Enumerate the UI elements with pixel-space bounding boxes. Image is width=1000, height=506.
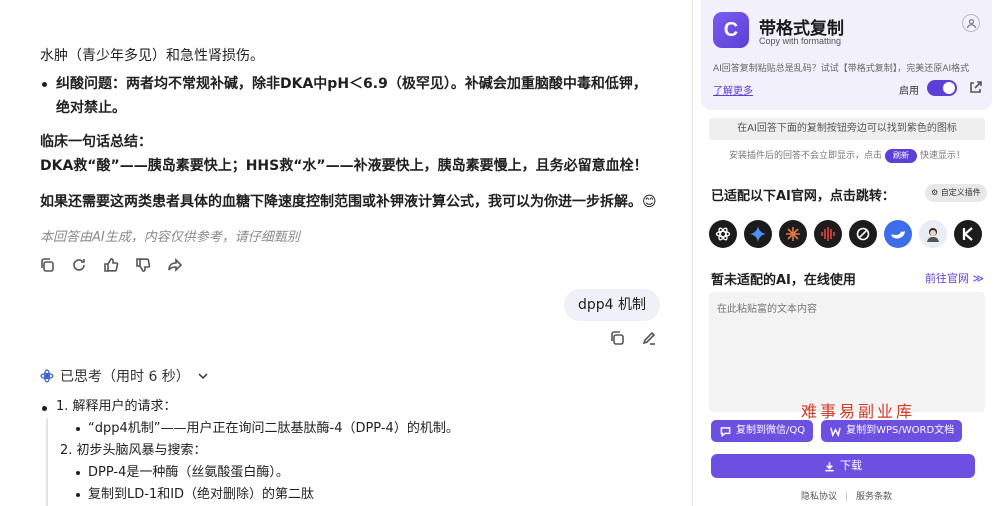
enable-toggle[interactable] xyxy=(927,80,957,96)
avatar-ai-link[interactable] xyxy=(919,220,947,248)
chat-bubble-icon xyxy=(719,425,731,437)
claude-link[interactable] xyxy=(779,220,807,248)
thought-steps: 1. 解释用户的请求： “dpp4机制”——用户正在询问二肽基肽酶-4（DPP-… xyxy=(40,396,660,506)
ai-sites-row xyxy=(709,220,982,248)
paste-textarea[interactable] xyxy=(709,292,985,412)
chatgpt-link[interactable] xyxy=(709,220,737,248)
logo-letter-icon: C xyxy=(723,18,739,41)
avatar-ai-icon xyxy=(927,228,939,242)
brand-subtitle: Copy with formatting xyxy=(759,36,842,46)
gemini-link[interactable] xyxy=(744,220,772,248)
enable-label: 启用 xyxy=(899,86,919,97)
extension-logo: C xyxy=(713,12,749,48)
custom-plugin-label: 自定义插件 xyxy=(940,188,981,197)
user-message-actions xyxy=(608,329,658,347)
download-button[interactable]: 下载 xyxy=(711,454,975,478)
answer-bullet-text: 纠酸问题：两者均不常规补碱，除非DKA中pH＜6.9（极罕见）。补碱会加重脑酸中… xyxy=(56,76,647,116)
user-icon xyxy=(966,18,976,28)
copy-icon xyxy=(41,258,54,272)
thinking-icon xyxy=(40,369,54,383)
refresh-tip-before: 安装插件后的回答不会立即显示，点击 xyxy=(728,151,882,161)
refresh-pill-button[interactable]: 刷新 xyxy=(885,149,917,163)
learn-more-link[interactable]: 了解更多 xyxy=(713,82,753,97)
adapted-sites-title: 已适配以下AI官网，点击跳转： xyxy=(711,189,895,204)
goto-official-link[interactable]: 前往官网 ≫ xyxy=(925,270,984,286)
privacy-link[interactable]: 隐私协议 xyxy=(801,492,837,502)
copy-to-wps-button[interactable]: 复制到WPS/WORD文档 xyxy=(821,420,963,442)
share-button[interactable] xyxy=(166,256,184,274)
tip-banner: 在AI回答下面的复制按钮旁边可以找到紫色的图标 xyxy=(709,118,985,140)
summary-line: DKA救“酸”——胰岛素要快上；HHS救“水”——补液要快上，胰岛素要慢上，且务… xyxy=(40,158,648,174)
user-message-bubble: dpp4 机制 xyxy=(563,289,660,321)
sidebar-footer: 隐私协议 | 服务条款 xyxy=(693,489,1000,502)
like-button[interactable] xyxy=(102,256,120,274)
share-icon xyxy=(168,258,183,272)
gemini-icon xyxy=(750,226,766,242)
regenerate-button[interactable] xyxy=(70,256,88,274)
account-button[interactable] xyxy=(962,14,980,32)
edit-user-message-button[interactable] xyxy=(640,329,658,347)
footer-separator: | xyxy=(844,492,849,502)
thought-steps-list: 1. 解释用户的请求： xyxy=(40,396,660,418)
thought-label: 已思考（用时 6 秒） xyxy=(60,369,190,385)
answer-actions xyxy=(38,256,184,274)
copy-button[interactable] xyxy=(38,256,56,274)
step-item: 复制到LD-1和ID（绝对删除）的第二肽 xyxy=(60,484,660,506)
step-title: 2. 初步头脑风暴与搜索： xyxy=(60,443,207,458)
copy-buttons-row: 复制到微信/QQ 复制到WPS/WORD文档 xyxy=(711,420,963,442)
chevron-down-icon xyxy=(198,373,208,380)
deepseek-icon xyxy=(891,231,905,239)
custom-plugin-button[interactable]: ⚙ 自定义插件 xyxy=(925,184,987,202)
ai-disclaimer: 本回答由AI生成，内容仅供参考，请仔细甄别 xyxy=(40,230,300,245)
thumbs-down-icon xyxy=(136,258,151,272)
extension-sidebar: C 带格式复制 Copy with formatting AI回答复制粘贴总是乱… xyxy=(693,0,1000,506)
refresh-icon xyxy=(73,259,85,271)
word-doc-icon xyxy=(829,425,841,437)
terms-link[interactable]: 服务条款 xyxy=(856,492,892,502)
copy-to-wechat-button[interactable]: 复制到微信/QQ xyxy=(711,420,814,442)
step-block: “dpp4机制”——用户正在询问二肽基肽酶-4（DPP-4）的机制。 2. 初步… xyxy=(46,418,660,506)
chatgpt-icon xyxy=(715,227,731,241)
extension-description: AI回答复制粘贴总是乱码？试试【带格式复制】，完美还原AI格式 xyxy=(713,64,970,74)
external-link-icon xyxy=(970,81,982,93)
step-title: 1. 解释用户的请求： xyxy=(56,399,177,414)
perplexity-link[interactable] xyxy=(849,220,877,248)
download-icon xyxy=(825,461,834,471)
answer-bullet: 纠酸问题：两者均不常规补碱，除非DKA中pH＜6.9（极罕见）。补碱会加重脑酸中… xyxy=(40,72,660,120)
step-item: “dpp4机制”——用户正在询问二肽基肽酶-4（DPP-4）的机制。 xyxy=(60,418,660,440)
claude-icon xyxy=(786,227,800,241)
copy-icon xyxy=(611,331,624,345)
download-label: 下载 xyxy=(840,459,862,472)
chat-panel: 水肿（青少年多见）和急性肾损伤。 纠酸问题：两者均不常规补碱，除非DKA中pH＜… xyxy=(0,0,692,506)
kimi-link[interactable] xyxy=(954,220,982,248)
answer-paragraph: 水肿（青少年多见）和急性肾损伤。 xyxy=(40,48,264,64)
unadapted-title: 暂未适配的AI，在线使用 xyxy=(711,273,856,288)
pencil-icon xyxy=(642,331,656,345)
thumbs-up-icon xyxy=(104,258,119,272)
thought-toggle[interactable]: 已思考（用时 6 秒） xyxy=(40,366,210,386)
watermark-text: 难事易副业库 xyxy=(801,402,916,421)
doubao-icon xyxy=(821,227,835,241)
refresh-tip-after: 快速显示！ xyxy=(920,151,966,161)
deepseek-link[interactable] xyxy=(884,220,912,248)
copy-user-message-button[interactable] xyxy=(608,329,626,347)
step-item: DPP-4是一种酶（丝氨酸蛋白酶）。 xyxy=(60,462,660,484)
followup-text: 如果还需要这两类患者具体的血糖下降速度控制范围或补钾液计算公式，我可以为你进一步… xyxy=(40,194,657,210)
refresh-tip: 安装插件后的回答不会立即显示，点击 刷新 快速显示！ xyxy=(709,148,985,164)
extension-header: C 带格式复制 Copy with formatting AI回答复制粘贴总是乱… xyxy=(701,0,992,110)
dislike-button[interactable] xyxy=(134,256,152,274)
summary-title: 临床一句话总结： xyxy=(40,134,152,150)
kimi-icon xyxy=(962,227,973,241)
doubao-link[interactable] xyxy=(814,220,842,248)
perplexity-icon xyxy=(856,227,870,241)
open-external-button[interactable] xyxy=(969,79,985,95)
copy-to-wechat-label: 复制到微信/QQ xyxy=(736,425,806,436)
copy-to-wps-label: 复制到WPS/WORD文档 xyxy=(846,425,955,436)
